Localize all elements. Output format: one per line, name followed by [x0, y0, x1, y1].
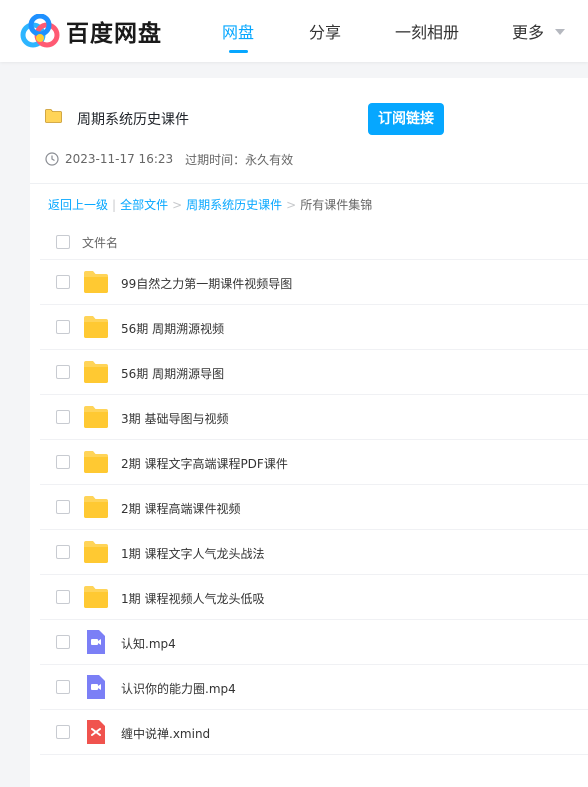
breadcrumb-current: 所有课件集锦: [300, 198, 373, 212]
clock-icon: [45, 152, 59, 166]
video-file-icon: [87, 630, 105, 654]
file-name[interactable]: 1期 课程视频人气龙头低吸: [121, 590, 264, 607]
divider: [30, 183, 588, 184]
video-file-icon: [87, 675, 105, 699]
breadcrumb: 返回上一级 | 全部文件 > 周期系统历史课件 > 所有课件集锦: [48, 196, 372, 213]
file-row[interactable]: 认知.mp4: [40, 620, 588, 665]
folder-icon: [84, 586, 108, 608]
breadcrumb-divider: |: [112, 197, 117, 212]
row-checkbox[interactable]: [56, 590, 70, 604]
row-checkbox[interactable]: [56, 725, 70, 739]
file-name[interactable]: 99自然之力第一期课件视频导图: [121, 275, 292, 292]
top-navigation-bar: 百度网盘 网盘 分享 一刻相册 更多: [0, 0, 588, 62]
baidu-netdisk-logo[interactable]: 百度网盘: [20, 14, 162, 48]
folder-icon: [84, 451, 108, 473]
row-checkbox[interactable]: [56, 365, 70, 379]
file-name[interactable]: 3期 基础导图与视频: [121, 410, 228, 427]
breadcrumb-back-link[interactable]: 返回上一级: [48, 196, 108, 213]
row-checkbox[interactable]: [56, 635, 70, 649]
file-row[interactable]: 2期 课程文字高端课程PDF课件: [40, 440, 588, 485]
active-tab-indicator: [229, 50, 248, 53]
file-list-header: 文件名: [40, 225, 588, 260]
row-checkbox[interactable]: [56, 275, 70, 289]
logo-text: 百度网盘: [66, 21, 162, 47]
subscribe-link-button[interactable]: 订阅链接: [368, 103, 444, 135]
cloud-logo-icon: [20, 14, 60, 48]
row-checkbox[interactable]: [56, 680, 70, 694]
file-row[interactable]: 56期 周期溯源导图: [40, 350, 588, 395]
breadcrumb-separator: >: [172, 197, 183, 212]
row-checkbox[interactable]: [56, 500, 70, 514]
share-meta: 2023-11-17 16:23 过期时间：永久有效: [45, 151, 293, 167]
nav-tab-moment-album[interactable]: 一刻相册: [395, 19, 459, 43]
file-name[interactable]: 56期 周期溯源导图: [121, 365, 224, 382]
file-row[interactable]: 56期 周期溯源视频: [40, 305, 588, 350]
share-content-panel: 周期系统历史课件 订阅链接 2023-11-17 16:23 过期时间：永久有效…: [30, 78, 588, 787]
folder-icon: [84, 541, 108, 563]
breadcrumb-folder-link[interactable]: 周期系统历史课件: [186, 196, 282, 213]
row-checkbox[interactable]: [56, 455, 70, 469]
file-name[interactable]: 认知.mp4: [121, 635, 176, 652]
file-row[interactable]: 99自然之力第一期课件视频导图: [40, 260, 588, 305]
file-row[interactable]: 缠中说禅.xmind: [40, 710, 588, 755]
row-checkbox[interactable]: [56, 545, 70, 559]
folder-icon: [84, 316, 108, 338]
folder-icon: [84, 496, 108, 518]
select-all-checkbox[interactable]: [56, 235, 70, 249]
nav-tab-more[interactable]: 更多: [512, 19, 544, 43]
file-name[interactable]: 1期 课程文字人气龙头战法: [121, 545, 264, 562]
file-name[interactable]: 缠中说禅.xmind: [121, 725, 210, 742]
file-name[interactable]: 56期 周期溯源视频: [121, 320, 224, 337]
nav-tab-netdisk[interactable]: 网盘: [222, 19, 254, 43]
filename-column-header: 文件名: [82, 236, 119, 250]
share-title: 周期系统历史课件: [77, 112, 189, 128]
folder-icon: [84, 271, 108, 293]
folder-icon: [84, 361, 108, 383]
share-date: 2023-11-17 16:23: [65, 152, 174, 166]
file-row[interactable]: 认识你的能力圈.mp4: [40, 665, 588, 710]
xmind-file-icon: [87, 720, 105, 744]
file-row[interactable]: 3期 基础导图与视频: [40, 395, 588, 440]
file-row[interactable]: 1期 课程文字人气龙头战法: [40, 530, 588, 575]
chevron-down-icon[interactable]: [555, 29, 565, 35]
file-row[interactable]: 2期 课程高端课件视频: [40, 485, 588, 530]
row-checkbox[interactable]: [56, 410, 70, 424]
file-name[interactable]: 2期 课程高端课件视频: [121, 500, 240, 517]
file-name[interactable]: 认识你的能力圈.mp4: [121, 680, 236, 697]
file-list: 99自然之力第一期课件视频导图 56期 周期溯源视频 56期 周期溯源导图 3期 基础…: [40, 260, 588, 755]
folder-icon: [84, 406, 108, 428]
nav-tab-share[interactable]: 分享: [309, 19, 341, 43]
file-name[interactable]: 2期 课程文字高端课程PDF课件: [121, 455, 288, 472]
expire-time: 过期时间：永久有效: [185, 152, 294, 167]
file-row[interactable]: 1期 课程视频人气龙头低吸: [40, 575, 588, 620]
breadcrumb-all-files-link[interactable]: 全部文件: [120, 196, 168, 213]
row-checkbox[interactable]: [56, 320, 70, 334]
folder-icon: [45, 109, 62, 123]
breadcrumb-separator: >: [286, 197, 297, 212]
